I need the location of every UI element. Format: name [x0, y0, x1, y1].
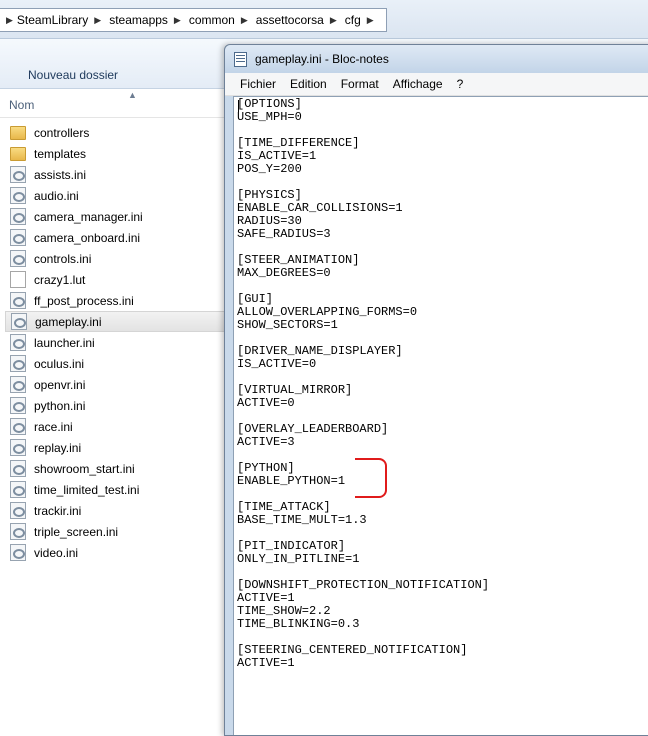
ini-file-icon: [10, 334, 26, 351]
list-item[interactable]: camera_onboard.ini: [5, 227, 230, 248]
chevron-right-icon[interactable]: ▶: [0, 15, 13, 26]
list-item-label: camera_manager.ini: [34, 209, 143, 224]
column-header: ▲ Nom: [0, 89, 230, 118]
sort-ascending-icon: ▲: [128, 90, 137, 100]
ini-file-icon: [10, 418, 26, 435]
text-caret: [238, 100, 239, 112]
chevron-right-icon[interactable]: ▶: [367, 15, 374, 26]
list-item-label: python.ini: [34, 398, 86, 413]
list-item[interactable]: python.ini: [5, 395, 230, 416]
list-item-label: audio.ini: [34, 188, 79, 203]
title-bar[interactable]: gameplay.ini - Bloc-notes: [225, 45, 648, 73]
list-item[interactable]: triple_screen.ini: [5, 521, 230, 542]
list-item[interactable]: camera_manager.ini: [5, 206, 230, 227]
list-item[interactable]: trackir.ini: [5, 500, 230, 521]
ini-file-icon: [10, 250, 26, 267]
list-item[interactable]: video.ini: [5, 542, 230, 563]
breadcrumb-item[interactable]: steamapps ▶: [105, 13, 185, 27]
ini-file-icon: [10, 439, 26, 456]
list-item-label: controllers: [34, 125, 90, 140]
new-folder-button[interactable]: Nouveau dossier: [28, 68, 118, 82]
column-header-name[interactable]: Nom: [9, 98, 34, 112]
list-item-label: controls.ini: [34, 251, 92, 266]
menu-edition[interactable]: Edition: [283, 77, 334, 91]
notepad-icon: [234, 52, 247, 67]
list-item-label: camera_onboard.ini: [34, 230, 141, 245]
ini-file-icon: [10, 502, 26, 519]
list-item-label: replay.ini: [34, 440, 82, 455]
chevron-right-icon[interactable]: ▶: [94, 15, 101, 26]
ini-file-icon: [10, 544, 26, 561]
menu-fichier[interactable]: Fichier: [225, 77, 283, 91]
list-item-label: templates: [34, 146, 87, 161]
ini-file-icon: [10, 397, 26, 414]
breadcrumb[interactable]: ▶ SteamLibrary ▶ steamapps ▶ common ▶ asset…: [0, 8, 387, 32]
notepad-window: gameplay.ini - Bloc-notes Fichier Editio…: [224, 44, 648, 736]
folder-icon: [10, 125, 26, 140]
list-item[interactable]: openvr.ini: [5, 374, 230, 395]
list-item-label: triple_screen.ini: [34, 524, 119, 539]
ini-file-icon: [10, 292, 26, 309]
list-item-label: showroom_start.ini: [34, 461, 135, 476]
list-item[interactable]: controllers: [5, 122, 230, 143]
list-item-label: launcher.ini: [34, 335, 95, 350]
list-item-label: trackir.ini: [34, 503, 82, 518]
list-item[interactable]: controls.ini: [5, 248, 230, 269]
list-item-label: ff_post_process.ini: [34, 293, 134, 308]
file-icon: [10, 271, 26, 288]
ini-file-icon: [11, 313, 27, 330]
list-item-label: race.ini: [34, 419, 73, 434]
list-item[interactable]: templates: [5, 143, 230, 164]
list-item[interactable]: time_limited_test.ini: [5, 479, 230, 500]
folder-icon: [10, 146, 26, 161]
breadcrumb-item[interactable]: assettocorsa ▶: [252, 13, 341, 27]
menu-format[interactable]: Format: [334, 77, 386, 91]
list-item[interactable]: oculus.ini: [5, 353, 230, 374]
list-item[interactable]: assists.ini: [5, 164, 230, 185]
list-item[interactable]: audio.ini: [5, 185, 230, 206]
list-item[interactable]: showroom_start.ini: [5, 458, 230, 479]
ini-file-icon: [10, 187, 26, 204]
list-item-label: oculus.ini: [34, 356, 85, 371]
list-item[interactable]: ff_post_process.ini: [5, 290, 230, 311]
ini-file-icon: [10, 355, 26, 372]
menu-bar: Fichier Edition Format Affichage ?: [225, 73, 648, 96]
list-item-label: crazy1.lut: [34, 272, 86, 287]
list-item-label: time_limited_test.ini: [34, 482, 140, 497]
list-item-label: gameplay.ini: [35, 314, 102, 329]
ini-file-icon: [10, 208, 26, 225]
ini-file-icon: [10, 481, 26, 498]
chevron-right-icon[interactable]: ▶: [330, 15, 337, 26]
list-item-label: video.ini: [34, 545, 79, 560]
ini-file-icon: [10, 229, 26, 246]
list-item[interactable]: crazy1.lut: [5, 269, 230, 290]
list-item-label: openvr.ini: [34, 377, 86, 392]
ini-file-icon: [10, 376, 26, 393]
chevron-right-icon[interactable]: ▶: [174, 15, 181, 26]
menu-affichage[interactable]: Affichage: [386, 77, 450, 91]
list-item[interactable]: gameplay.ini: [5, 311, 230, 332]
list-item[interactable]: launcher.ini: [5, 332, 230, 353]
breadcrumb-item[interactable]: SteamLibrary ▶: [13, 13, 105, 27]
window-title: gameplay.ini - Bloc-notes: [255, 52, 389, 66]
breadcrumb-item[interactable]: cfg ▶: [341, 13, 378, 27]
text-editor[interactable]: [OPTIONS] USE_MPH=0 [TIME_DIFFERENCE] IS…: [233, 96, 648, 735]
list-item[interactable]: race.ini: [5, 416, 230, 437]
list-item-label: assists.ini: [34, 167, 87, 182]
editor-content: [OPTIONS] USE_MPH=0 [TIME_DIFFERENCE] IS…: [237, 97, 490, 670]
ini-file-icon: [10, 460, 26, 477]
list-item[interactable]: replay.ini: [5, 437, 230, 458]
ini-file-icon: [10, 523, 26, 540]
breadcrumb-item[interactable]: common ▶: [185, 13, 252, 27]
menu-help[interactable]: ?: [450, 77, 471, 91]
ini-file-icon: [10, 166, 26, 183]
annotation-bracket: [355, 458, 387, 498]
address-bar: ▶ SteamLibrary ▶ steamapps ▶ common ▶ asset…: [0, 0, 648, 39]
chevron-right-icon[interactable]: ▶: [241, 15, 248, 26]
